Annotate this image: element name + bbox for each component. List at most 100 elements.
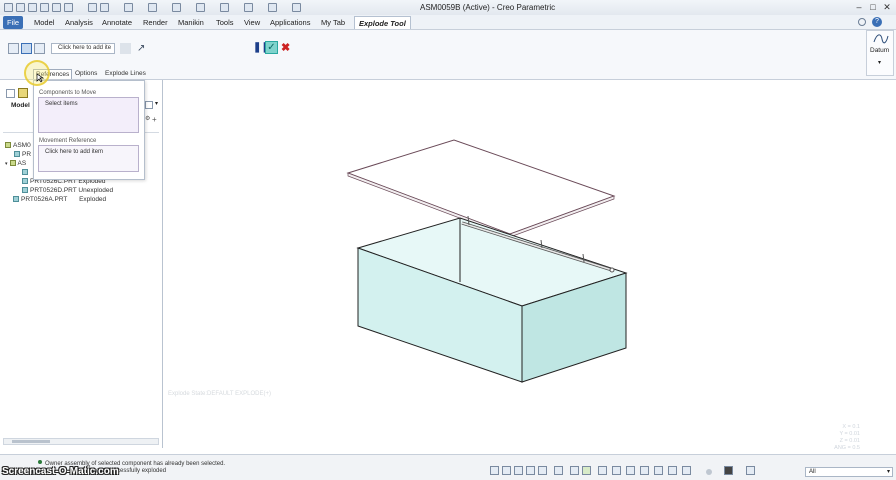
window-title: ASM0059B (Active) - Creo Parametric xyxy=(420,3,556,12)
tab-my-tab[interactable]: My Tab xyxy=(317,16,349,29)
annotation-display-icon[interactable] xyxy=(612,466,621,475)
tree-item-status: Unexploded xyxy=(78,187,114,194)
smart-select-icon[interactable] xyxy=(724,466,733,475)
tab-model[interactable]: Model xyxy=(30,16,58,29)
save-icon[interactable] xyxy=(28,3,37,12)
scrollbar-thumb[interactable] xyxy=(12,440,50,443)
close-window-icon[interactable] xyxy=(64,3,73,12)
tab-render[interactable]: Render xyxy=(139,16,172,29)
tree-row[interactable]: PRT0526A.PRT Exploded xyxy=(13,196,106,203)
horizontal-scrollbar[interactable] xyxy=(3,438,159,445)
movement-reference-collector[interactable]: Click here to add item xyxy=(38,145,139,172)
wand-icon[interactable]: ↗ xyxy=(137,43,145,54)
reference-input[interactable]: Click here to add ite xyxy=(51,43,115,54)
plane-display-icon[interactable] xyxy=(640,466,649,475)
tab-file[interactable]: File xyxy=(3,16,24,29)
references-panel: Components to Move Select items Movement… xyxy=(33,80,145,180)
tab-analysis[interactable]: Analysis xyxy=(61,16,97,29)
layer-icon[interactable] xyxy=(18,88,28,98)
chart-icon[interactable] xyxy=(292,3,301,12)
options-icon[interactable] xyxy=(120,43,131,54)
display-style-icon[interactable] xyxy=(538,466,547,475)
tree-dropdown-icon[interactable]: ▾ xyxy=(155,100,158,107)
spin-center-icon[interactable] xyxy=(626,466,635,475)
cancel-x-icon[interactable]: ✖ xyxy=(281,41,290,54)
table-icon[interactable] xyxy=(220,3,229,12)
refit-icon[interactable] xyxy=(490,466,499,475)
tab-options[interactable]: Options xyxy=(73,69,99,79)
model-view[interactable] xyxy=(164,80,896,454)
new-file-icon[interactable] xyxy=(4,3,13,12)
zoom-out-icon[interactable] xyxy=(514,466,523,475)
confirm-check-icon[interactable]: ✓ xyxy=(265,41,278,54)
graphics-toolbar-icon[interactable] xyxy=(746,466,755,475)
part-icon xyxy=(22,187,28,193)
movement-collector-text: Click here to add item xyxy=(45,149,104,155)
mouse-pointer-icon xyxy=(36,73,44,83)
tree-row[interactable]: ▾ AS xyxy=(5,160,26,167)
chevron-down-icon[interactable]: ▾ xyxy=(887,468,890,476)
perspective-icon[interactable] xyxy=(582,466,591,475)
datum-display-icon[interactable] xyxy=(598,466,607,475)
tree-item-name: PRT0526A.PRT xyxy=(21,196,68,203)
sketch-icon[interactable] xyxy=(172,3,181,12)
filter-value: All xyxy=(809,469,816,475)
view-manager-icon[interactable] xyxy=(570,466,579,475)
restore-icon[interactable]: □ xyxy=(866,1,880,13)
help-icon[interactable]: ? xyxy=(872,17,882,27)
datum-icon[interactable] xyxy=(196,3,205,12)
display-icon[interactable] xyxy=(244,3,253,12)
components-collector-text: Select items xyxy=(45,101,78,107)
tree-row[interactable] xyxy=(22,169,30,176)
tab-manikin[interactable]: Manikin xyxy=(174,16,208,29)
undo-icon[interactable] xyxy=(88,3,97,12)
selection-filter-dropdown[interactable]: All ▾ xyxy=(805,467,893,477)
tab-applications[interactable]: Applications xyxy=(266,16,314,29)
tab-model-tree[interactable]: Model xyxy=(11,102,30,109)
tab-explode-tool[interactable]: Explode Tool xyxy=(354,16,411,29)
part-icon xyxy=(22,178,28,184)
minimize-icon[interactable]: – xyxy=(852,1,866,13)
point-display-icon[interactable] xyxy=(668,466,677,475)
add-column-icon[interactable]: + xyxy=(152,115,157,124)
zoom-in-icon[interactable] xyxy=(502,466,511,475)
minimize-ribbon-icon[interactable] xyxy=(858,18,866,26)
tab-annotate[interactable]: Annotate xyxy=(98,16,136,29)
tree-settings-icon[interactable] xyxy=(145,101,153,109)
tree-row[interactable]: ASM0 xyxy=(5,142,31,149)
tree-item-name: AS xyxy=(17,160,27,167)
redo-icon[interactable] xyxy=(100,3,109,12)
tree-columns-icon[interactable]: ⚙ xyxy=(145,115,150,122)
regenerate-icon[interactable] xyxy=(40,3,49,12)
components-collector[interactable]: Select items xyxy=(38,97,139,133)
tab-tools[interactable]: Tools xyxy=(212,16,238,29)
axis-display-icon[interactable] xyxy=(654,466,663,475)
tab-view[interactable]: View xyxy=(240,16,264,29)
graph-icon[interactable] xyxy=(268,3,277,12)
select-icon[interactable] xyxy=(124,3,133,12)
datum-group[interactable]: Datum ▾ xyxy=(866,30,894,76)
open-icon[interactable] xyxy=(16,3,25,12)
tree-item-name: PRT0526D.PRT xyxy=(30,187,77,194)
coord-angle: ANG = 0.5 xyxy=(834,445,860,451)
graphics-window[interactable]: Explode State:DEFAULT EXPLODE(+) X = 0.1… xyxy=(164,80,896,454)
rotate-icon[interactable] xyxy=(21,43,32,54)
expand-icon[interactable]: ▾ xyxy=(5,161,8,167)
chevron-down-icon[interactable]: ▾ xyxy=(878,59,881,66)
translate-icon[interactable] xyxy=(8,43,19,54)
tree-row[interactable]: PR xyxy=(14,151,31,158)
repaint-icon[interactable] xyxy=(526,466,535,475)
tree-filter-icon[interactable] xyxy=(6,89,15,98)
tree-row[interactable]: PRT0526D.PRT Unexploded xyxy=(22,187,113,194)
box-part[interactable] xyxy=(356,217,628,383)
zoom-icon[interactable] xyxy=(148,3,157,12)
tree-item-name: PR xyxy=(22,151,32,158)
tab-explode-lines[interactable]: Explode Lines xyxy=(103,69,148,79)
csys-display-icon[interactable] xyxy=(682,466,691,475)
coord-x: X = 0.1 xyxy=(842,424,860,430)
lid-part[interactable] xyxy=(346,139,616,238)
close-icon[interactable]: ✕ xyxy=(880,1,894,13)
window-icon[interactable] xyxy=(52,3,61,12)
view-plane-icon[interactable] xyxy=(34,43,45,54)
saved-orientation-icon[interactable] xyxy=(554,466,563,475)
